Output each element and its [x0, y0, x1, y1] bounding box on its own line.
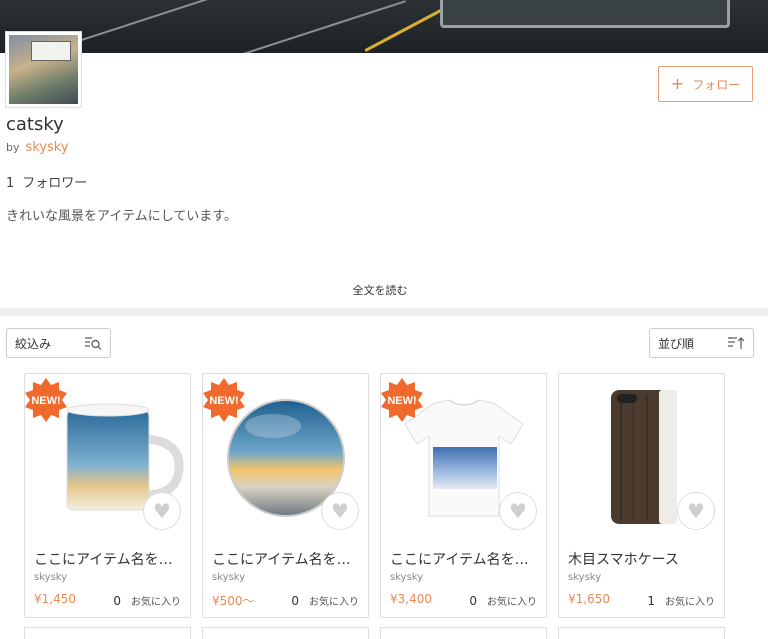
product-name: 木目スマホケース	[568, 552, 679, 568]
new-badge-icon: NEW!	[381, 378, 423, 422]
filter-label: 絞込み	[15, 336, 52, 351]
product-price: ¥1,450	[34, 592, 76, 606]
filter-search-icon	[85, 337, 102, 350]
product-likes: 0 お気に入り	[113, 594, 181, 608]
product-name: ここにアイテム名を…	[34, 552, 173, 568]
plus-icon: +	[670, 74, 685, 93]
cover-banner	[0, 0, 768, 53]
product-price: ¥1,650	[568, 592, 610, 606]
new-badge-icon: NEW!	[203, 378, 245, 422]
product-likes: 0 お気に入り	[291, 594, 359, 608]
shop-owner-line: by skysky	[6, 140, 69, 155]
sort-icon	[728, 337, 745, 349]
favorite-heart-icon[interactable]: ♥	[321, 492, 359, 530]
product-likes: 1 お気に入り	[647, 594, 715, 608]
favorite-heart-icon[interactable]: ♥	[677, 492, 715, 530]
svg-text:NEW!: NEW!	[209, 395, 238, 407]
product-name: ここにアイテム名を…	[390, 552, 529, 568]
svg-text:NEW!: NEW!	[31, 395, 60, 407]
product-seller: skysky	[34, 572, 68, 583]
product-price: ¥3,400	[390, 592, 432, 606]
product-seller: skysky	[390, 572, 424, 583]
product-likes: 0 お気に入り	[469, 594, 537, 608]
section-divider	[0, 308, 768, 316]
follow-button[interactable]: + フォロー	[658, 66, 753, 102]
product-card[interactable]: NEW! ♥ ここにアイテム名を… skysky ¥500〜 0 お気に入り	[202, 373, 369, 618]
shop-avatar	[5, 31, 82, 108]
filter-button[interactable]: 絞込み	[6, 328, 111, 358]
product-seller: skysky	[212, 572, 246, 583]
shop-title: catsky	[6, 114, 64, 135]
svg-text:NEW!: NEW!	[387, 395, 416, 407]
product-name: ここにアイテム名を…	[212, 552, 351, 568]
favorite-heart-icon[interactable]: ♥	[499, 492, 537, 530]
follower-label: フォロワー	[22, 176, 88, 191]
follower-count[interactable]: 1 フォロワー	[6, 172, 87, 191]
new-badge-icon: NEW!	[25, 378, 67, 422]
product-price: ¥500〜	[212, 594, 255, 608]
product-card[interactable]	[24, 627, 191, 639]
sort-label: 並び順	[658, 336, 695, 351]
favorite-heart-icon[interactable]: ♥	[143, 492, 181, 530]
product-card[interactable]: NEW! ♥ ここにアイテム名を… skysky ¥3,400 0 お気に入り	[380, 373, 547, 618]
product-card[interactable]	[558, 627, 725, 639]
follower-number: 1	[6, 176, 15, 191]
product-card[interactable]	[202, 627, 369, 639]
read-more-link[interactable]: 全文を読む	[0, 282, 760, 298]
product-card[interactable]: NEW! ♥ ここにアイテム名を… skysky ¥1,450 0 お気に入り	[24, 373, 191, 618]
product-seller: skysky	[568, 572, 602, 583]
by-label: by	[6, 141, 20, 154]
product-card[interactable]	[380, 627, 547, 639]
follow-button-label: フォロー	[692, 77, 741, 92]
sort-button[interactable]: 並び順	[649, 328, 754, 358]
shop-description: きれいな風景をアイテムにしています。	[6, 209, 238, 224]
product-card[interactable]: ♥ 木目スマホケース skysky ¥1,650 1 お気に入り	[558, 373, 725, 618]
owner-link[interactable]: skysky	[26, 140, 69, 155]
